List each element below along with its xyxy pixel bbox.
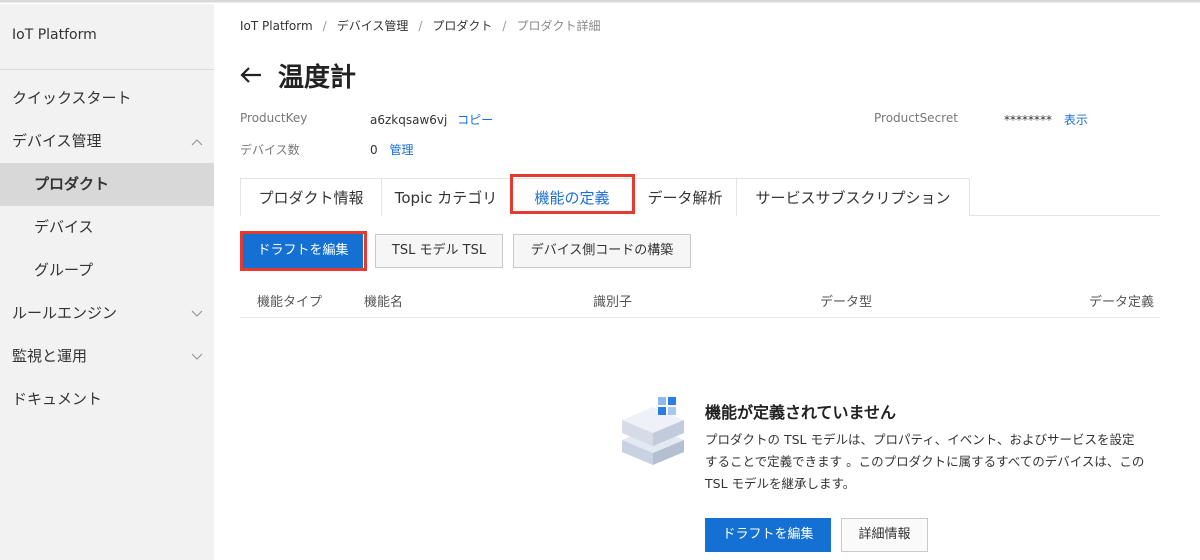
copy-link[interactable]: コピー [457,113,493,127]
sidebar-item-rule-engine[interactable]: ルールエンジン [0,292,214,335]
product-key-row: a6zkqsaw6vj コピー [370,111,493,128]
device-code-button[interactable]: デバイス側コードの構築 [513,234,691,268]
sidebar-item-label: クイックスタート [12,89,132,107]
sidebar-item-product[interactable]: プロダクト [0,163,214,206]
breadcrumb-item-product[interactable]: プロダクト [432,19,492,33]
tab-bar: プロダクト情報 Topic カテゴリ 機能の定義 データ解析 サービスサブスクリ… [240,178,1160,217]
sidebar: IoT Platform クイックスタート デバイス管理 プロダクト デバイス … [0,4,214,560]
empty-state-title: 機能が定義されていません [705,403,897,422]
back-arrow-icon[interactable] [240,65,264,85]
empty-state-description: プロダクトの TSL モデルは、プロパティ、イベント、およびサービスを設定するこ… [705,432,1145,491]
column-header-identifier: 識別子 [593,295,633,310]
breadcrumb-item-device-management[interactable]: デバイス管理 [337,19,409,33]
product-secret-row: ******** 表示 [1004,111,1088,128]
device-count-value: 0 [370,143,378,157]
breadcrumb-item-platform[interactable]: IoT Platform [240,19,313,33]
column-header-feature-type: 機能タイプ [257,295,323,310]
sidebar-item-label: プロダクト [34,175,110,193]
breadcrumb-item-current: プロダクト詳細 [516,19,601,33]
sidebar-item-label: デバイス [34,218,94,236]
product-key-value: a6zkqsaw6vj [370,113,448,127]
product-secret-label: ProductSecret [874,111,958,125]
empty-state-edit-draft-button[interactable]: ドラフトを編集 [705,518,831,552]
column-header-feature-name: 機能名 [364,295,404,310]
sidebar-item-label: デバイス管理 [12,132,102,150]
app-brand: IoT Platform [0,4,214,70]
window-top-border [0,0,1200,3]
manage-link[interactable]: 管理 [389,143,413,157]
tab-topic-category[interactable]: Topic カテゴリ [381,178,511,216]
tab-product-info[interactable]: プロダクト情報 [240,178,382,216]
tab-service-subscription[interactable]: サービスサブスクリプション [736,178,970,216]
tsl-model-button[interactable]: TSL モデル TSL [375,234,503,268]
product-key-label: ProductKey [240,111,308,125]
show-secret-link[interactable]: 表示 [1064,113,1088,127]
feature-table-header: 機能タイプ 機能名 識別子 データ型 データ定義 [240,281,1160,318]
sidebar-item-label: ドキュメント [12,390,103,408]
column-header-data-type: データ型 [820,295,873,310]
breadcrumb: IoT Platform / デバイス管理 / プロダクト / プロダクト詳細 [240,17,600,34]
breadcrumb-separator: / [418,19,423,33]
more-info-button[interactable]: 詳細情報 [841,518,928,552]
tab-data-analysis[interactable]: データ解析 [633,178,737,216]
sidebar-item-group[interactable]: グループ [0,249,214,292]
sidebar-item-label: 監視と運用 [12,347,88,365]
breadcrumb-separator: / [502,19,507,33]
empty-state-cube-icon [618,394,688,466]
sidebar-item-monitoring[interactable]: 監視と運用 [0,335,214,378]
sidebar-item-label: グループ [34,261,94,279]
device-count-label: デバイス数 [240,143,300,157]
edit-draft-button[interactable]: ドラフトを編集 [243,234,363,268]
sidebar-item-label: ルールエンジン [12,304,118,322]
sidebar-item-documents[interactable]: ドキュメント [0,378,214,421]
breadcrumb-separator: / [322,19,327,33]
page-header: 温度計 [240,58,357,93]
chevron-down-icon [190,292,204,335]
tab-feature-definition[interactable]: 機能の定義 [510,178,634,217]
page-title: 温度計 [278,62,357,93]
sidebar-item-device-management[interactable]: デバイス管理 [0,120,214,163]
main-content: IoT Platform / デバイス管理 / プロダクト / プロダクト詳細 温度計 Pr… [240,4,1160,560]
device-count-row: 0 管理 [370,141,413,158]
product-secret-value: ******** [1004,113,1052,127]
column-header-data-definition: データ定義 [1088,295,1154,310]
sidebar-item-device[interactable]: デバイス [0,206,214,249]
sidebar-item-quickstart[interactable]: クイックスタート [0,77,214,120]
chevron-up-icon [190,120,204,163]
chevron-down-icon [190,335,204,378]
